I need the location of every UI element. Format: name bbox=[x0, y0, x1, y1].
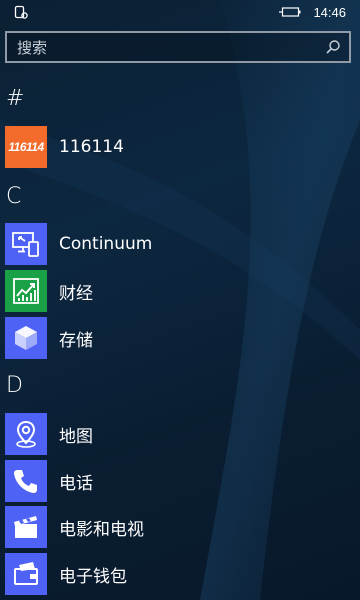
app-name: 电话 bbox=[59, 473, 93, 494]
notification-icon[interactable] bbox=[14, 5, 28, 19]
app-item-map[interactable]: 地图 bbox=[5, 412, 345, 456]
search-box[interactable]: 搜索 bbox=[5, 31, 351, 63]
clock: 14:46 bbox=[313, 4, 346, 20]
continuum-icon bbox=[5, 223, 47, 265]
app-name: Continuum bbox=[59, 234, 153, 254]
app-name: 财经 bbox=[59, 283, 93, 304]
app-item-movies-tv[interactable]: 电影和电视 bbox=[5, 505, 345, 549]
search-placeholder: 搜索 bbox=[17, 38, 48, 57]
finance-chart-icon bbox=[5, 270, 47, 312]
app-name: 116114 bbox=[59, 137, 124, 157]
app-item-storage[interactable]: 存储 bbox=[5, 316, 345, 360]
wallet-icon bbox=[5, 553, 47, 595]
search-icon[interactable] bbox=[325, 39, 341, 55]
status-bar: 14:46 bbox=[0, 0, 360, 24]
group-header-hash[interactable]: # bbox=[6, 86, 24, 111]
app-name: 电影和电视 bbox=[59, 519, 144, 540]
app-item-continuum[interactable]: Continuum bbox=[5, 222, 345, 266]
116114-logo-icon: 116114 bbox=[5, 126, 47, 168]
group-header-d[interactable]: D bbox=[6, 373, 23, 398]
app-item-116114[interactable]: 116114 116114 bbox=[5, 125, 345, 169]
116114-logo-text: 116114 bbox=[8, 140, 44, 154]
app-name: 电子钱包 bbox=[59, 566, 127, 587]
storage-cube-icon bbox=[5, 317, 47, 359]
app-item-finance[interactable]: 财经 bbox=[5, 269, 345, 313]
group-header-c[interactable]: C bbox=[6, 184, 21, 209]
app-name: 存储 bbox=[59, 330, 93, 351]
map-pin-icon bbox=[5, 413, 47, 455]
app-item-phone[interactable]: 电话 bbox=[5, 459, 345, 503]
app-item-wallet[interactable]: 电子钱包 bbox=[5, 552, 345, 596]
app-name: 地图 bbox=[59, 426, 93, 447]
phone-icon bbox=[5, 460, 47, 502]
clapperboard-icon bbox=[5, 506, 47, 548]
battery-charging-icon bbox=[279, 7, 301, 17]
